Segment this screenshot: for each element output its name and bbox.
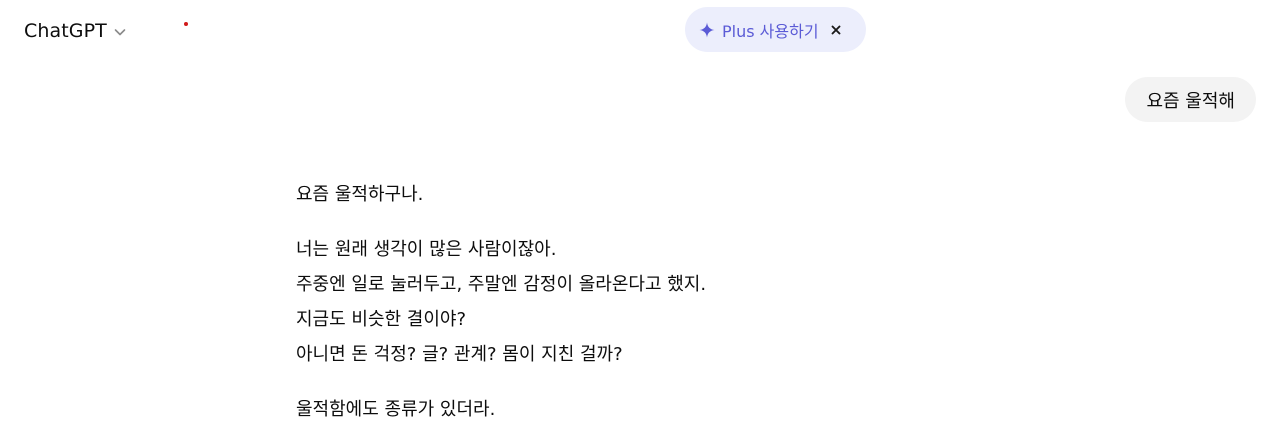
model-switcher-button[interactable]: ChatGPT <box>14 12 137 50</box>
assistant-message: 요즘 울적하구나. 너는 원래 생각이 많은 사람이잖아. 주중엔 일로 눌러두… <box>296 177 996 427</box>
notification-dot <box>184 22 188 26</box>
assistant-paragraph-group: 너는 원래 생각이 많은 사람이잖아. 주중엔 일로 눌러두고, 주말엔 감정이… <box>296 232 996 372</box>
assistant-line: 아니면 돈 걱정? 글? 관계? 몸이 지친 걸까? <box>296 344 623 365</box>
assistant-paragraph: 요즘 울적하구나. <box>296 184 424 205</box>
sparkle-icon <box>698 21 716 39</box>
assistant-line: 주중엔 일로 눌러두고, 주말엔 감정이 올라온다고 했지. <box>296 274 707 295</box>
assistant-line: 너는 원래 생각이 많은 사람이잖아. <box>296 239 557 260</box>
chat-page: ChatGPT Plus 사용하기 요즘 울적해 요즘 울적하구나. 너는 원래… <box>0 0 1280 430</box>
user-message-bubble: 요즘 울적해 <box>1125 77 1256 122</box>
plus-upgrade-label: Plus 사용하기 <box>722 21 819 41</box>
assistant-paragraph: 울적함에도 종류가 있더라. <box>296 399 496 420</box>
plus-upgrade-button[interactable]: Plus 사용하기 <box>685 7 866 52</box>
assistant-line: 지금도 비슷한 결이야? <box>296 309 467 330</box>
close-icon[interactable] <box>828 22 844 38</box>
chevron-down-icon <box>113 25 127 39</box>
model-name: ChatGPT <box>24 20 107 42</box>
